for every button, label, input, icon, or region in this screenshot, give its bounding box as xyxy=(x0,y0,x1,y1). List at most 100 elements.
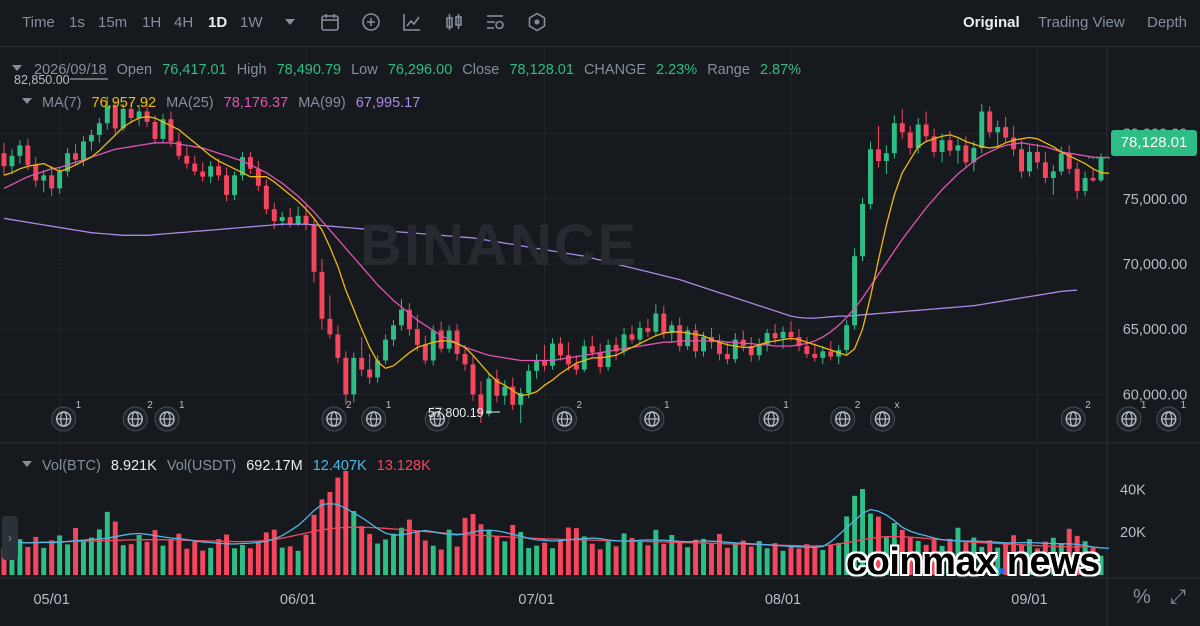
candle-body xyxy=(462,353,468,365)
candle-body xyxy=(232,175,237,195)
calendar-icon[interactable] xyxy=(320,12,340,32)
candle-body xyxy=(661,313,667,334)
candle-body xyxy=(271,209,277,221)
date-axis-label: 08/01 xyxy=(765,592,801,608)
ma25-value: 78,176.37 xyxy=(223,95,289,111)
low-value: 76,296.00 xyxy=(387,62,453,78)
volume-bar xyxy=(335,477,341,575)
date-axis-label: 05/01 xyxy=(33,592,69,608)
volume-bar xyxy=(740,540,746,575)
volume-bar xyxy=(41,547,47,575)
candle-body xyxy=(629,334,635,340)
interval-4h[interactable]: 4H xyxy=(174,14,193,31)
candle-body xyxy=(1058,153,1064,172)
candle-body xyxy=(565,355,571,365)
interval-15m[interactable]: 15m xyxy=(98,14,127,31)
site-watermark-dot: . xyxy=(996,541,1008,583)
interval-1d[interactable]: 1D xyxy=(208,14,227,31)
candle-body xyxy=(542,360,548,366)
volume-bar xyxy=(677,542,683,575)
event-count: 1 xyxy=(179,400,185,411)
volume-bar xyxy=(581,536,587,575)
volume-bar xyxy=(804,544,810,575)
candle-body xyxy=(1003,127,1009,138)
volume-bar xyxy=(693,539,699,575)
ma99-label: MA(99) xyxy=(298,95,346,111)
scroll-left-handle[interactable]: › xyxy=(2,516,18,560)
interval-1w[interactable]: 1W xyxy=(240,14,263,31)
candle-body xyxy=(216,166,222,176)
tab-depth[interactable]: Depth xyxy=(1147,14,1187,31)
tab-original[interactable]: Original xyxy=(963,14,1020,31)
date-axis-label: 09/01 xyxy=(1011,592,1047,608)
interval-1h[interactable]: 1H xyxy=(142,14,161,31)
line-chart-icon[interactable] xyxy=(402,12,422,32)
candle-body xyxy=(526,370,532,394)
volume-bar xyxy=(104,511,110,575)
candle-body xyxy=(184,155,190,164)
event-count: 1 xyxy=(76,400,82,411)
percent-scale-toggle[interactable]: % xyxy=(1133,586,1151,609)
event-count: 2 xyxy=(1085,400,1091,411)
more-intervals-icon[interactable] xyxy=(285,19,295,25)
site-watermark-b: news xyxy=(1006,541,1101,583)
vol-collapse-icon[interactable] xyxy=(22,461,32,467)
volume-bar xyxy=(629,537,635,575)
ma-collapse-icon[interactable] xyxy=(22,98,32,104)
volume-bar xyxy=(271,529,277,575)
candle-body xyxy=(359,357,365,370)
volume-bar xyxy=(414,530,420,575)
chart-settings-icon[interactable] xyxy=(485,12,505,32)
volume-bar xyxy=(494,536,500,575)
low-marker: 57,800.19 xyxy=(428,406,484,420)
volume-bar xyxy=(462,517,468,575)
candle-body xyxy=(200,171,206,177)
volume-bar xyxy=(303,534,309,575)
volume-bar xyxy=(732,544,738,575)
volume-bar xyxy=(796,548,802,575)
candle-body xyxy=(557,343,563,356)
brand-watermark: BINANCE xyxy=(360,213,639,278)
candle-body xyxy=(573,364,579,370)
volume-bar xyxy=(359,526,365,575)
candle-body xyxy=(351,357,357,395)
volume-bar xyxy=(836,542,842,575)
ma7-label: MA(7) xyxy=(42,95,82,111)
vol-ma-fast-value: 12.407K xyxy=(312,458,367,474)
change-value: 2.23% xyxy=(656,62,698,78)
tab-trading-view[interactable]: Trading View xyxy=(1038,14,1125,31)
candle-body xyxy=(907,132,913,148)
volume-bar xyxy=(716,533,722,575)
chart-canvas[interactable]: 80,000.0075,000.0070,000.0065,000.0060,0… xyxy=(0,0,1200,626)
volume-bar xyxy=(287,546,293,575)
candle-body xyxy=(701,337,707,352)
volume-bar xyxy=(550,548,555,575)
volume-bar xyxy=(239,545,245,575)
volume-bar xyxy=(65,544,71,575)
volume-bar xyxy=(621,533,627,575)
candle-body xyxy=(645,327,651,332)
candle-body xyxy=(923,124,929,137)
candlestick-icon[interactable] xyxy=(444,12,464,32)
interval-time[interactable]: Time xyxy=(22,14,55,31)
vol-btc-label: Vol(BTC) xyxy=(42,458,101,474)
add-indicator-icon[interactable] xyxy=(361,12,381,32)
candle-body xyxy=(868,149,873,205)
candle-body xyxy=(57,171,63,189)
volume-axis-label: 40K xyxy=(1120,482,1146,498)
volume-bar xyxy=(311,514,317,575)
candle-body xyxy=(1090,177,1096,181)
expand-icon[interactable]: ⤢ xyxy=(1170,586,1186,609)
volume-bar xyxy=(383,539,389,575)
candle-body xyxy=(25,145,31,165)
collapse-icon[interactable] xyxy=(12,65,22,71)
candle-body xyxy=(41,175,47,181)
volume-bar xyxy=(613,546,619,575)
interval-1s[interactable]: 1s xyxy=(69,14,85,31)
hexagon-icon[interactable] xyxy=(527,12,547,32)
candle-body xyxy=(677,325,683,347)
event-count: 2 xyxy=(855,400,861,411)
volume-bar xyxy=(343,470,349,575)
volume-bar xyxy=(327,491,333,575)
volume-bar xyxy=(542,542,548,575)
